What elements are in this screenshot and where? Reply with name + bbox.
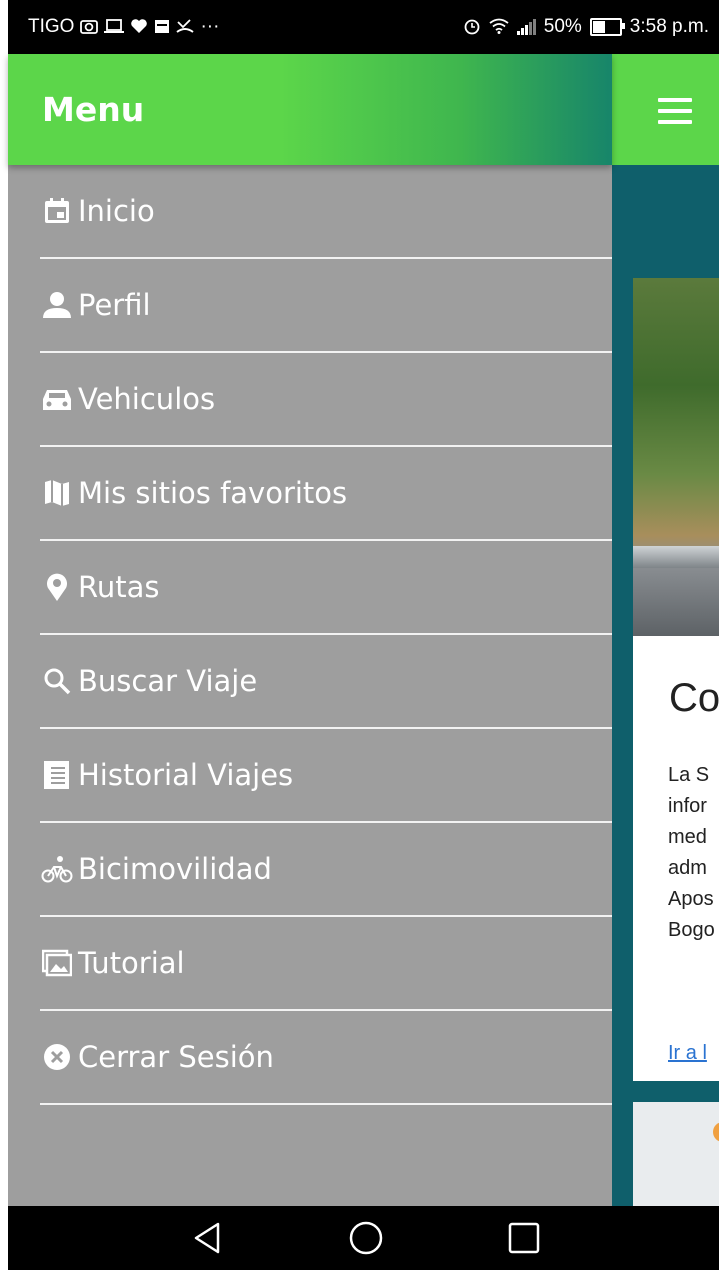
search-icon <box>40 664 74 698</box>
menu-item-vehiculos[interactable]: Vehiculos <box>40 353 612 447</box>
guardrail <box>633 546 719 568</box>
more-notifications: ··· <box>200 16 220 37</box>
map-icon <box>40 476 74 510</box>
menu-item-mis-sitios-favoritos[interactable]: Mis sitios favoritos <box>40 447 612 541</box>
images-icon <box>40 946 74 980</box>
menu-item-label: Inicio <box>78 194 155 228</box>
menu-item-label: Rutas <box>78 570 160 604</box>
status-bar: TIGO ··· 50% 3:58 p.m. <box>8 0 719 54</box>
card-line: La S <box>668 764 710 786</box>
clock: 3:58 p.m. <box>629 16 709 37</box>
card-image <box>633 278 719 636</box>
signal-icon <box>516 19 536 35</box>
location-pin-icon <box>40 570 74 604</box>
menu-item-rutas[interactable]: Rutas <box>40 541 612 635</box>
card-line: infor <box>668 795 707 817</box>
menu-item-label: Cerrar Sesión <box>78 1040 274 1074</box>
battery-percent: 50% <box>543 16 582 37</box>
carrier-name: TIGO <box>28 16 75 37</box>
menu-item-inicio[interactable]: Inicio <box>40 165 612 259</box>
drawer-title: Menu <box>42 90 145 129</box>
hamburger-icon[interactable] <box>658 98 692 131</box>
close-circle-icon <box>40 1040 74 1074</box>
home-icon[interactable] <box>346 1218 386 1258</box>
system-nav-bar <box>8 1206 719 1270</box>
card-title: Co <box>669 676 719 720</box>
card-body: La S infor med adm Apos Bogo <box>668 760 715 946</box>
calendar-icon <box>40 194 74 228</box>
laptop-icon <box>104 18 125 37</box>
menu-item-tutorial[interactable]: Tutorial <box>40 917 612 1011</box>
menu-item-label: Historial Viajes <box>78 758 294 792</box>
menu-item-label: Tutorial <box>78 946 185 980</box>
drawer-menu: Inicio Perfil Vehiculos Mis sitios favor… <box>40 165 612 1105</box>
menu-item-perfil[interactable]: Perfil <box>40 259 612 353</box>
map-marker <box>713 1122 719 1142</box>
menu-item-label: Bicimovilidad <box>78 852 272 886</box>
menu-item-label: Buscar Viaje <box>78 664 258 698</box>
menu-item-label: Vehiculos <box>78 382 216 416</box>
card-line: Bogo <box>668 919 715 941</box>
back-icon[interactable] <box>188 1218 228 1258</box>
calendar-icon <box>154 18 170 37</box>
menu-item-buscar-viaje[interactable]: Buscar Viaje <box>40 635 612 729</box>
card-link[interactable]: Ir a l <box>668 1042 707 1065</box>
menu-item-label: Perfil <box>78 288 151 322</box>
battery-fill <box>592 21 605 33</box>
card-line: med <box>668 826 707 848</box>
navigation-drawer: Menu Inicio Perfil Vehiculos Mis sitios <box>8 54 612 1206</box>
battery-icon <box>589 18 625 36</box>
status-bar-left: TIGO ··· <box>28 16 219 38</box>
person-icon <box>40 288 74 322</box>
menu-item-bicimovilidad[interactable]: Bicimovilidad <box>40 823 612 917</box>
menu-item-cerrar-sesion[interactable]: Cerrar Sesión <box>40 1011 612 1105</box>
map-thumbnail <box>633 1102 719 1206</box>
app-toolbar <box>612 54 719 165</box>
wifi-icon <box>489 18 509 37</box>
car-icon <box>40 382 74 416</box>
recents-icon[interactable] <box>504 1218 544 1258</box>
menu-item-historial-viajes[interactable]: Historial Viajes <box>40 729 612 823</box>
alarm-icon <box>463 17 481 38</box>
menu-item-label: Mis sitios favoritos <box>78 476 348 510</box>
drawer-header: Menu <box>8 54 612 165</box>
card-line: adm <box>668 857 707 879</box>
camera-icon <box>80 18 99 37</box>
heart-icon <box>130 18 148 37</box>
list-icon <box>40 758 74 792</box>
info-card: Co La S infor med adm Apos Bogo Ir a l <box>633 636 719 1081</box>
card-line: Apos <box>668 888 714 910</box>
bicycle-icon <box>40 852 74 886</box>
status-bar-right: 50% 3:58 p.m. <box>463 16 709 38</box>
missed-call-icon <box>176 18 195 37</box>
